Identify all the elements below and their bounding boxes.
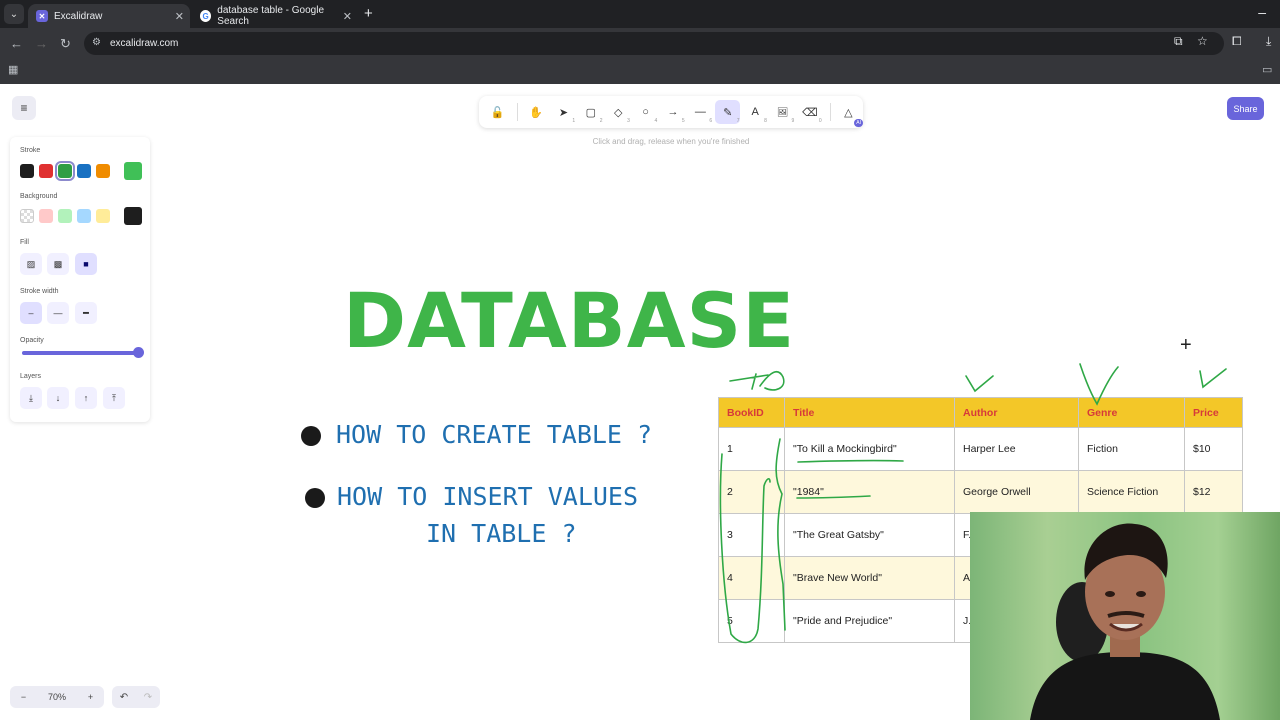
- address-bar-row: ← → ↻ ⚙ excalidraw.com ⧉ ☆ ⧠ ⤓: [0, 28, 1280, 58]
- minimize-icon[interactable]: –: [1258, 4, 1266, 20]
- download-icon[interactable]: ⤓: [1266, 34, 1271, 49]
- close-icon[interactable]: ✕: [175, 10, 184, 23]
- webcam-overlay: [970, 512, 1280, 720]
- tab-google-search[interactable]: G database table - Google Search ✕: [192, 4, 358, 28]
- excalidraw-favicon-icon: ✕: [36, 10, 48, 22]
- url-text: excalidraw.com: [110, 38, 179, 49]
- presenter-shirt: [1030, 652, 1220, 720]
- new-tab-icon[interactable]: +: [364, 5, 373, 22]
- freehand-underline: [796, 495, 871, 499]
- tab-title: database table - Google Search: [217, 5, 325, 27]
- install-app-icon[interactable]: ⧉: [1174, 34, 1183, 49]
- presenter-eye: [1105, 591, 1115, 597]
- url-field[interactable]: ⚙ excalidraw.com: [84, 32, 1224, 55]
- freehand-bracket: [775, 438, 786, 631]
- back-icon[interactable]: ←: [10, 36, 23, 51]
- freehand-checkmark: [965, 375, 994, 393]
- freehand-checkmark: [1199, 368, 1227, 389]
- tab-title: Excalidraw: [54, 10, 103, 22]
- presenter-video: [1030, 523, 1220, 720]
- freehand-id-mark: [729, 370, 785, 391]
- reload-icon[interactable]: ↻: [60, 36, 71, 52]
- crosshair-cursor-icon: +: [1180, 334, 1192, 356]
- browser-tab-strip: ⌄ ✕ Excalidraw ✕ G database table - Goog…: [0, 0, 1280, 28]
- freehand-checkmark: [1079, 363, 1119, 406]
- extensions-icon[interactable]: ⧠: [1232, 34, 1242, 49]
- tab-excalidraw[interactable]: ✕ Excalidraw ✕: [28, 4, 190, 28]
- freehand-underline: [797, 459, 904, 463]
- excalidraw-canvas[interactable]: ≡ 🔓 ✋ ➤ 1 ▢ 2 ◇ 3 ○ 4 → 5 —6 ✎ 7 A8 🖼 9 ⌫ 0 △ AI …: [0, 84, 1280, 720]
- close-icon[interactable]: ✕: [343, 10, 352, 23]
- bookmark-star-icon[interactable]: ☆: [1197, 34, 1208, 48]
- presenter-eye: [1136, 591, 1146, 597]
- tab-search-button[interactable]: ⌄: [4, 4, 24, 24]
- forward-icon[interactable]: →: [35, 36, 48, 51]
- google-favicon-icon: G: [200, 10, 212, 22]
- bookmarks-bar: ▦ ▭: [0, 58, 1280, 84]
- freehand-bracket: [719, 453, 771, 644]
- folder-icon[interactable]: ▭: [1262, 63, 1272, 76]
- site-info-icon[interactable]: ⚙: [92, 37, 101, 48]
- apps-grid-icon[interactable]: ▦: [8, 63, 18, 76]
